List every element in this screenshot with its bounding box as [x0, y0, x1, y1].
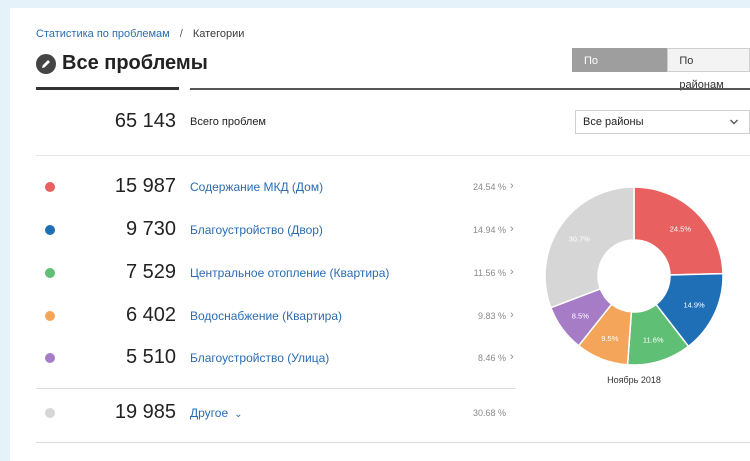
chevron-right-icon[interactable]: › [510, 266, 514, 278]
page-header: Все проблемы [36, 52, 208, 75]
category-link-other[interactable]: Другое ⌄ [190, 406, 243, 420]
category-row[interactable]: 15 987 Содержание МКД (Дом) 24.54 % › [0, 172, 530, 202]
list-divider [36, 388, 516, 389]
category-percent: 14.94 % [472, 225, 506, 235]
category-pie-chart: 24.5% 14.9% 11.6% 9.5% 8.5% 30.7% [544, 186, 724, 366]
category-count: 7 529 [125, 261, 176, 283]
category-row[interactable]: 5 510 Благоустройство (Улица) 8.46 % › [0, 343, 530, 373]
category-name-other: Другое [190, 406, 229, 420]
category-link[interactable]: Центральное отопление (Квартира) [190, 266, 389, 280]
page-title: Все проблемы [62, 52, 208, 74]
breadcrumb-separator: / [179, 28, 183, 40]
total-label: Всего проблем [190, 116, 266, 128]
category-row[interactable]: 6 402 Водоснабжение (Квартира) 9.83 % › [0, 301, 530, 331]
chevron-right-icon[interactable]: › [510, 351, 514, 363]
breadcrumb-link-statistics[interactable]: Статистика по проблемам [36, 28, 170, 40]
chevron-down-icon: ⌄ [234, 409, 243, 420]
color-dot [45, 268, 55, 278]
category-percent: 8.46 % [477, 353, 506, 363]
color-dot [45, 311, 55, 321]
chevron-right-icon[interactable]: › [510, 309, 514, 321]
pie-slice-label: 9.5% [601, 334, 618, 343]
tab-by-districts[interactable]: По районам [667, 48, 750, 91]
category-row[interactable]: 7 529 Центральное отопление (Квартира) 11.… [0, 258, 530, 288]
district-select-value: Все районы [583, 116, 644, 128]
breadcrumb-current: Категории [192, 28, 245, 40]
category-count: 15 987 [114, 175, 176, 197]
category-count: 6 402 [125, 304, 176, 326]
category-percent-other: 30.68 % [472, 408, 506, 418]
category-count: 9 730 [125, 218, 176, 240]
chevron-right-icon[interactable]: › [510, 223, 514, 235]
district-select[interactable]: Все районы [575, 110, 750, 134]
category-link[interactable]: Водоснабжение (Квартира) [190, 309, 342, 323]
category-link[interactable]: Содержание МКД (Дом) [190, 180, 323, 194]
category-link[interactable]: Благоустройство (Улица) [190, 351, 329, 365]
category-percent: 24.54 % [472, 182, 506, 192]
color-dot [45, 225, 55, 235]
category-row[interactable]: 9 730 Благоустройство (Двор) 14.94 % › [0, 215, 530, 245]
pie-slice-label: 14.9% [683, 300, 705, 309]
pie-slice-label: 8.5% [572, 311, 589, 320]
breadcrumb: Статистика по проблемам / Категории [36, 28, 244, 40]
category-row-other: 19 985 Другое ⌄ 30.68 % [0, 398, 530, 428]
header-divider-thin [190, 88, 750, 90]
color-dot [45, 353, 55, 363]
category-count-other: 19 985 [114, 401, 176, 423]
category-link[interactable]: Благоустройство (Двор) [190, 223, 323, 237]
chevron-down-icon [729, 111, 739, 142]
tab-by-categories[interactable]: По категориям [572, 48, 668, 91]
color-dot-other [45, 408, 55, 418]
category-count: 5 510 [125, 346, 176, 368]
header-divider-thick [36, 87, 179, 90]
pencil-icon [36, 53, 56, 74]
pie-caption: Ноябрь 2018 [607, 375, 661, 385]
chevron-right-icon[interactable]: › [510, 180, 514, 192]
category-percent: 9.83 % [477, 311, 506, 321]
color-dot [45, 182, 55, 192]
pie-slice[interactable] [544, 186, 635, 309]
category-percent: 11.56 % [473, 268, 506, 278]
pie-slice-label: 11.6% [643, 336, 664, 345]
view-toggle: По категориям По районам [572, 48, 750, 91]
footer-divider [36, 442, 750, 443]
pie-slice-label: 30.7% [569, 234, 591, 243]
summary-divider [36, 155, 750, 156]
pie-slice-label: 24.5% [670, 224, 692, 233]
total-count: 65 143 [114, 110, 176, 132]
